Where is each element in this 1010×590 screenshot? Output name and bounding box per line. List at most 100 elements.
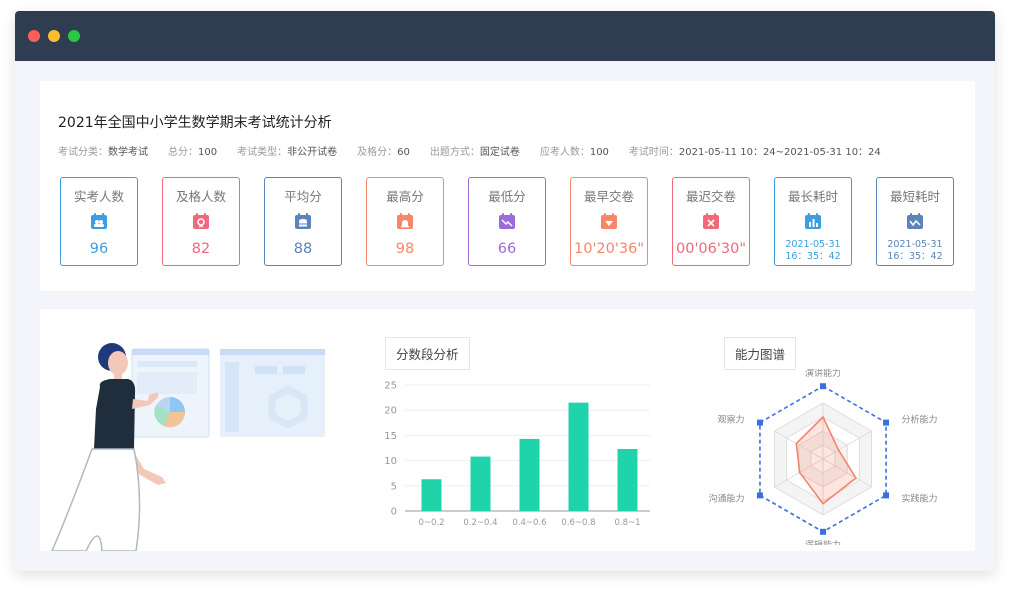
radar-axis-label: 实践能力 — [902, 492, 938, 504]
exam-meta-row: 考试分类：数学考试 总分：100 考试类型：非公开试卷 及格分：60 出题方式：固定试卷… — [58, 143, 901, 158]
radar-axis-label: 分析能力 — [902, 414, 938, 426]
stat-label: 及格人数 — [175, 189, 226, 204]
illustration-block — [255, 366, 277, 374]
stat-card: 最迟交卷 00'06'30" — [672, 177, 750, 266]
stat-value: 98 — [395, 241, 415, 257]
exam-meta-key: 应考人数： — [539, 147, 590, 158]
exam-meta-item: 考试分类：数学考试 — [58, 143, 148, 158]
stat-card: 平均分 88 — [264, 177, 342, 266]
exam-meta-key: 考试类型： — [237, 147, 288, 158]
stat-label: 最短耗时 — [889, 189, 940, 204]
chart-bar — [617, 449, 638, 511]
chart-y-tick-label: 5 — [391, 481, 397, 492]
radar-series-marker — [756, 492, 763, 499]
radar-series-marker — [820, 383, 826, 390]
analysis-card: 分数段分析 0 5 10 15 20 25 0~0.2 0.2~0.4 0.4~0.6 0.6~0… — [40, 309, 975, 551]
radar-series-marker — [756, 419, 763, 426]
bar-chart-icon — [804, 212, 822, 230]
illustration-screen-bar — [132, 349, 209, 355]
stat-label: 实考人数 — [73, 189, 124, 204]
chart-x-tick-label: 0.4~0.6 — [512, 518, 546, 528]
score-distribution-chart: 0 5 10 15 20 25 0~0.2 0.2~0.4 0.4~0.6 0.6~0.8 0.8~… — [384, 381, 650, 528]
stat-card: 最高分 98 — [366, 177, 444, 266]
chart-x-tick-label: 0~0.2 — [418, 518, 444, 528]
exam-meta-value: 100 — [198, 147, 218, 158]
exam-meta-value: 非公开试卷 — [287, 147, 338, 158]
stat-value: 82 — [191, 241, 211, 257]
radar-series-marker — [883, 492, 890, 499]
exam-title: 2021年全国中小学生数学期末考试统计分析 — [58, 115, 332, 131]
exam-meta-item: 考试时间：2021-05-11 10：24~2021-05-31 10：24 — [629, 143, 881, 158]
stat-card: 实考人数 96 — [60, 177, 138, 266]
stat-label: 平均分 — [284, 189, 322, 204]
illustration-shirt — [94, 379, 136, 449]
chart-y-tick-label: 15 — [384, 431, 397, 442]
coins-icon — [294, 212, 312, 230]
analysis-illustration — [51, 343, 325, 551]
people-icon — [90, 212, 108, 230]
stat-value-time: 16：35：42 — [785, 251, 841, 262]
exam-meta-key: 考试时间： — [628, 147, 679, 158]
chart-bar — [519, 438, 540, 511]
chart-y-tick-label: 10 — [384, 456, 397, 467]
trend-down-icon — [498, 212, 516, 230]
ability-map-tab[interactable]: 能力图谱 — [724, 337, 797, 370]
illustration-face — [108, 351, 128, 375]
exam-meta-value: 数学考试 — [108, 147, 148, 158]
exam-meta-value: 100 — [589, 147, 609, 158]
radar-axis-label: 演讲能力 — [805, 369, 841, 379]
chart-y-tick-label: 20 — [384, 406, 397, 417]
stat-card: 及格人数 82 — [162, 177, 240, 266]
stat-value: 96 — [89, 241, 109, 257]
score-analysis-tab[interactable]: 分数段分析 — [385, 337, 470, 370]
illustration-sidebar — [225, 362, 239, 432]
stat-value: 10'20'36" — [574, 241, 644, 257]
chart-x-tick-label: 0.8~1 — [614, 518, 640, 528]
exam-meta-key: 总分： — [168, 147, 198, 158]
bell-icon — [396, 212, 414, 230]
chart-y-tick-label: 25 — [384, 381, 397, 392]
chart-x-tick-label: 0.2~0.4 — [463, 518, 497, 528]
stat-label: 最迟交卷 — [685, 189, 736, 204]
maximize-window-button[interactable] — [68, 30, 80, 42]
stat-value: 2021-05-31 16：35：42 — [775, 239, 851, 263]
stat-card: 最短耗时 2021-05-31 16：35：42 — [876, 177, 954, 266]
chart-bar — [568, 402, 589, 511]
exam-meta-item: 总分：100 — [168, 143, 217, 158]
wave-icon — [906, 212, 924, 230]
radar-axis-label: 观察力 — [717, 414, 744, 426]
radar-series-marker — [820, 528, 826, 535]
illustration-screen-bar — [220, 349, 325, 355]
medal-icon — [192, 212, 210, 230]
stat-card: 最低分 66 — [468, 177, 546, 266]
minimize-window-button[interactable] — [48, 30, 60, 42]
stat-value: 88 — [293, 241, 313, 257]
arrow-down-icon — [600, 212, 618, 230]
ability-radar-chart: 演讲能力分析能力实践能力逻辑能力 沟通能力 观察力 — [708, 369, 938, 545]
stat-label: 最长耗时 — [787, 189, 838, 204]
chart-bar — [470, 456, 491, 511]
exam-meta-key: 出题方式： — [429, 147, 480, 158]
chart-x-tick-label: 0.6~0.8 — [561, 518, 595, 528]
stat-label: 最早交卷 — [583, 189, 634, 204]
illustration-pants — [51, 448, 141, 551]
radar-series-marker — [883, 419, 890, 426]
stat-value: 2021-05-31 16：35：42 — [877, 239, 953, 263]
exam-meta-item: 考试类型：非公开试卷 — [237, 143, 337, 158]
exam-meta-value: 60 — [397, 147, 410, 158]
exam-meta-item: 出题方式：固定试卷 — [430, 143, 520, 158]
stat-value-date: 2021-05-31 — [785, 239, 841, 250]
stat-value: 66 — [497, 241, 517, 257]
close-window-button[interactable] — [28, 30, 40, 42]
window-titlebar — [15, 11, 995, 61]
exam-meta-value: 2021-05-11 10：24~2021-05-31 10：24 — [678, 147, 881, 158]
illustration-line — [137, 361, 197, 367]
radar-axis-label: 沟通能力 — [708, 492, 744, 504]
illustration-panel — [137, 372, 197, 394]
chart-bar — [421, 479, 442, 511]
stat-value-date: 2021-05-31 — [887, 239, 943, 250]
exam-meta-value: 固定试卷 — [479, 147, 520, 158]
stat-value: 00'06'30" — [676, 241, 746, 257]
stat-value-time: 16：35：42 — [887, 251, 943, 262]
chart-y-tick-label: 0 — [391, 507, 397, 518]
